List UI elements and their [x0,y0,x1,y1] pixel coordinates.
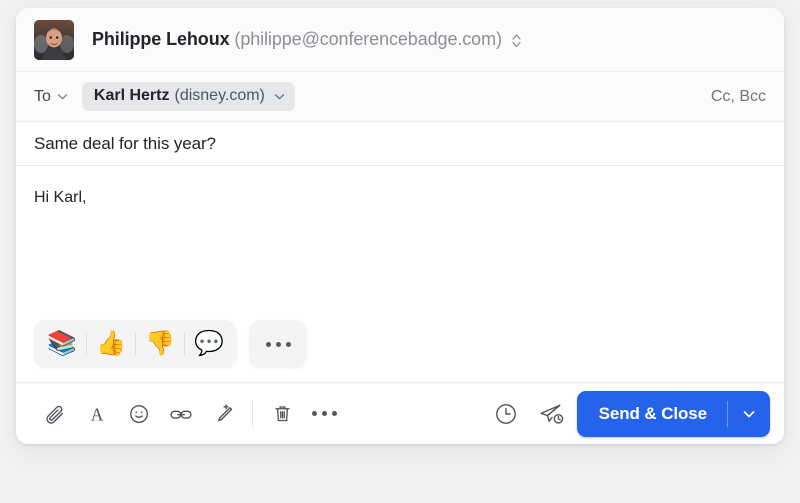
chevron-down-icon[interactable] [274,91,285,102]
chevron-down-icon [743,410,755,417]
reaction-books-button[interactable]: 📚 [38,320,86,368]
sender-email: (philippe@conferencebadge.com) [234,29,502,49]
paperclip-icon [46,405,64,424]
message-body-area[interactable]: Hi Karl, 📚 👍 👎 💬 [16,166,784,382]
subject-row[interactable]: Same deal for this year? [16,122,784,166]
font-format-icon: A [91,404,104,424]
compose-toolbar: A Send & Close [16,382,784,444]
avatar-photo [34,19,74,60]
text-formatting-button[interactable]: A [76,394,118,434]
reaction-thumbs-down-button[interactable]: 👎 [136,320,184,368]
ellipsis-icon [265,341,291,347]
snooze-reminder-button[interactable] [485,394,527,434]
link-icon [170,410,192,419]
recipient-chip-karl-hertz[interactable]: Karl Hertz (disney.com) [81,82,295,111]
svg-text:A: A [91,404,104,424]
recipients-row: To Karl Hertz (disney.com) Cc, Bcc [16,72,784,122]
insert-emoji-button[interactable] [118,394,160,434]
trash-icon [274,406,290,422]
send-later-button[interactable] [527,394,577,434]
sender-row: Philippe Lehoux (philippe@conferencebadg… [16,8,784,72]
up-down-chevron-icon[interactable] [511,32,522,49]
send-and-close-label: Send & Close [598,403,707,423]
reaction-thumbs-up-button[interactable]: 👍 [87,320,135,368]
attach-file-button[interactable] [34,394,76,434]
recipient-domain: (disney.com) [174,87,265,104]
reaction-speech-balloon-button[interactable]: 💬 [185,320,233,368]
chevron-down-icon [57,91,68,102]
clock-icon [495,403,516,424]
insert-signature-button[interactable] [202,394,244,434]
subject-input[interactable]: Same deal for this year? [34,134,216,154]
send-later-icon [540,404,564,424]
toolbar-divider [252,400,253,427]
sender-name: Philippe Lehoux [92,29,230,49]
reaction-more-button[interactable] [249,320,307,368]
recipient-name: Karl Hertz [93,87,170,104]
insert-link-button[interactable] [160,394,202,434]
books-emoji: 📚 [47,330,77,357]
reaction-group: 📚 👍 👎 💬 [34,320,237,368]
message-body-text[interactable]: Hi Karl, [34,186,766,210]
compose-email-window: Philippe Lehoux (philippe@conferencebadg… [16,8,784,444]
more-options-button[interactable] [303,394,345,434]
thumbs-up-emoji: 👍 [96,330,126,357]
to-label: To [34,87,51,105]
avatar[interactable] [34,19,74,60]
ellipsis-icon [311,411,337,416]
signature-pen-icon [218,403,233,421]
to-field-selector[interactable]: To [34,88,68,106]
send-options-chevron[interactable] [728,391,770,437]
sender-identity: Philippe Lehoux (philippe@conferencebadg… [92,29,522,50]
discard-draft-button[interactable] [261,394,303,434]
send-and-close-button[interactable]: Send & Close [576,390,770,437]
cc-bcc-toggle[interactable]: Cc, Bcc [711,88,766,106]
speech-balloon-emoji: 💬 [194,330,224,357]
emoji-smiley-icon [130,404,148,423]
quick-reaction-bar: 📚 👍 👎 💬 [34,320,307,368]
thumbs-down-emoji: 👎 [145,330,175,357]
